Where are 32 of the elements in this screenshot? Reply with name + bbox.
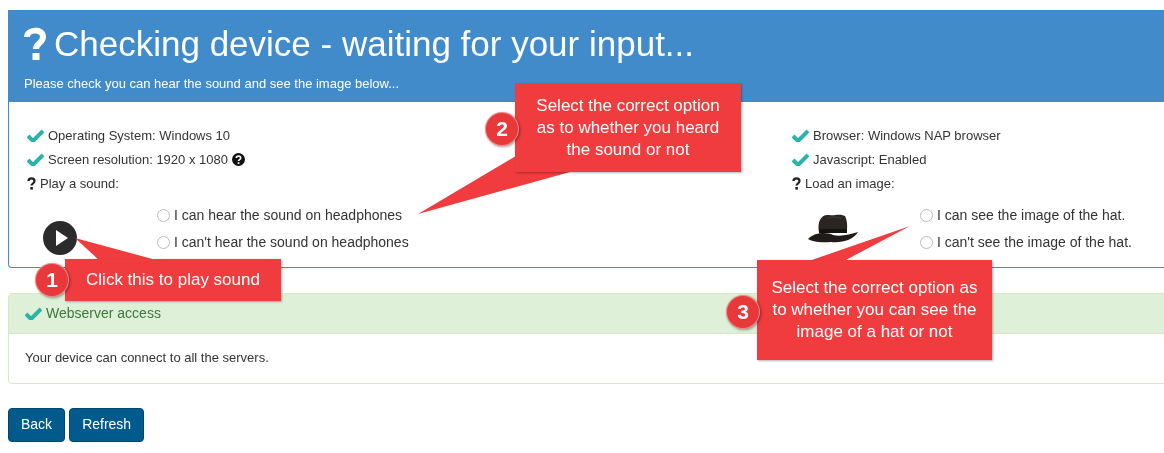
- radio-button[interactable]: [920, 208, 933, 222]
- status-text: Javascript: Enabled: [813, 150, 927, 169]
- status-text: Browser: Windows NAP browser: [813, 126, 1001, 145]
- page-subtitle: Please check you can hear the sound and see the image below...: [24, 75, 401, 93]
- question-icon: [792, 177, 801, 190]
- radio-label[interactable]: I can't see the image of the hat.: [937, 231, 1132, 253]
- radio-button[interactable]: [157, 235, 170, 249]
- check-icon: [792, 129, 809, 142]
- radio-label[interactable]: I can see the image of the hat.: [937, 204, 1126, 226]
- page-title: Checking device - waiting for your input...: [54, 24, 695, 64]
- step-badge: 1: [35, 263, 69, 297]
- check-icon: [792, 153, 809, 166]
- check-icon: [25, 306, 42, 320]
- radio-button[interactable]: [920, 235, 933, 249]
- panel-heading: Webserver access: [46, 303, 161, 323]
- nav-button[interactable]: Refresh: [69, 407, 145, 442]
- status-text: Screen resolution: 1920 x 1080: [48, 150, 228, 169]
- play-button[interactable]: [42, 219, 78, 256]
- nav-button[interactable]: Back: [8, 407, 66, 442]
- step-badge: 2: [485, 112, 519, 146]
- check-icon: [27, 153, 44, 166]
- status-text: Play a sound:: [40, 174, 119, 193]
- radio-label[interactable]: I can't hear the sound on headphones: [174, 231, 409, 253]
- radio-button[interactable]: [157, 208, 170, 222]
- question-icon: [24, 27, 46, 61]
- panel-body-text: Your device can connect to all the servers.: [25, 349, 269, 368]
- status-text: Load an image:: [805, 174, 895, 193]
- radio-label[interactable]: I can hear the sound on headphones: [174, 204, 403, 226]
- status-text: Operating System: Windows 10: [48, 126, 231, 145]
- check-icon: [27, 129, 44, 142]
- question-icon: [27, 177, 36, 190]
- help-icon[interactable]: [231, 153, 245, 166]
